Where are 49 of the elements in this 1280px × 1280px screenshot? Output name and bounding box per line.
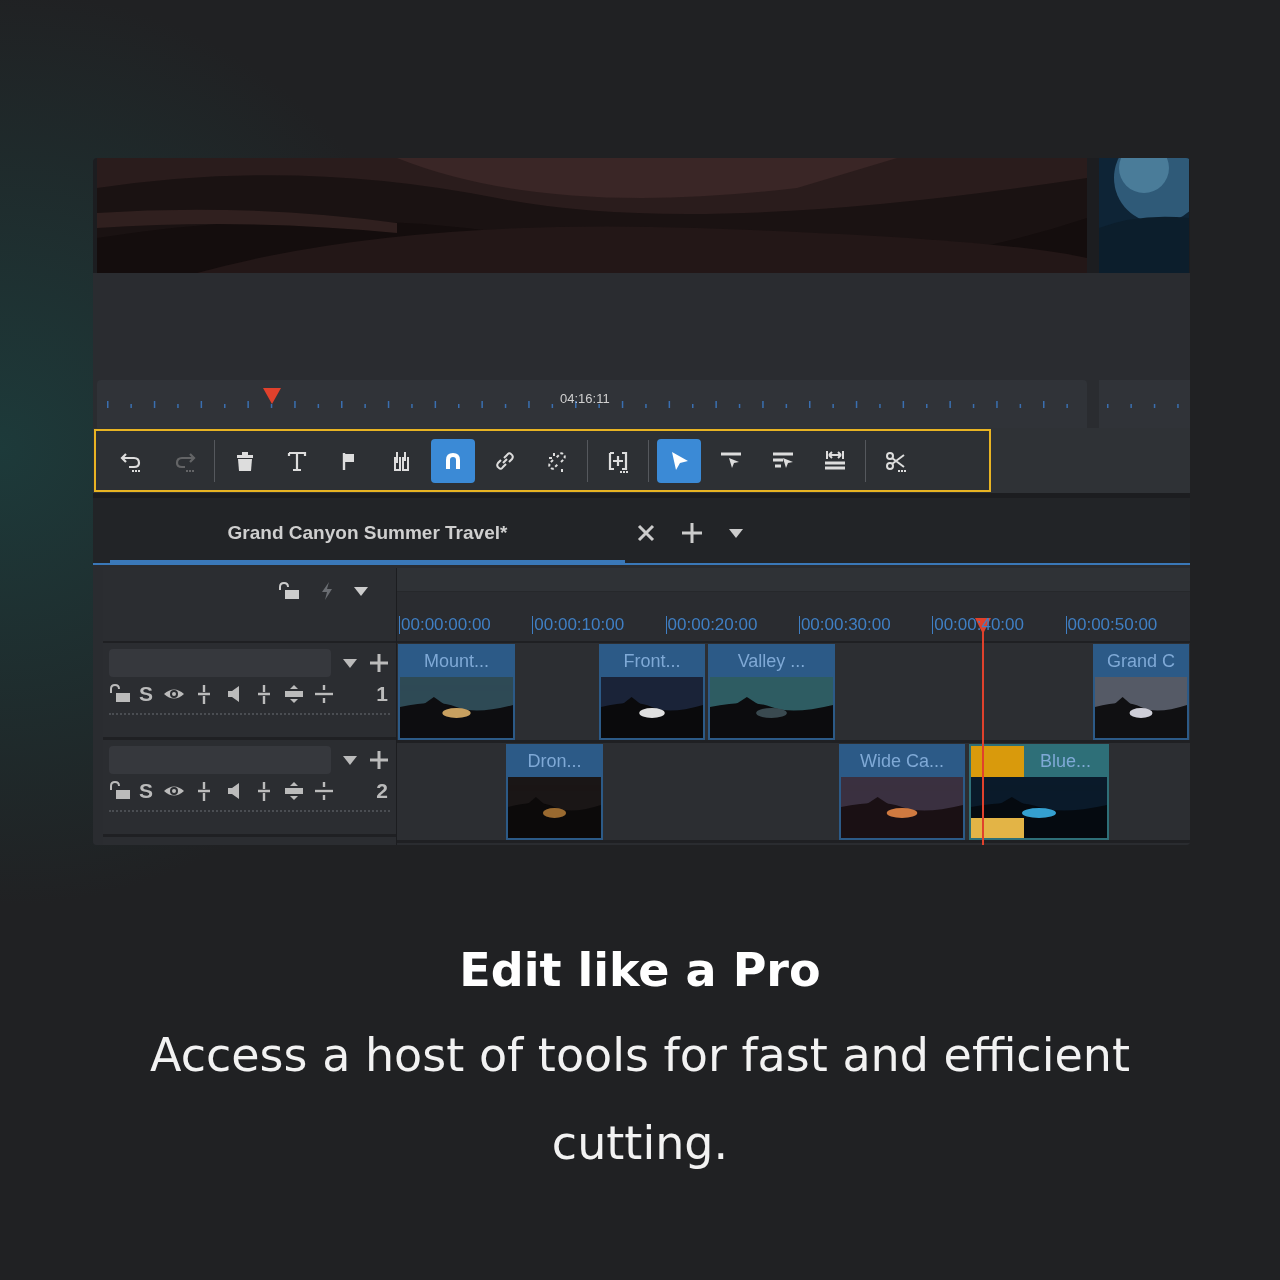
clip[interactable]: Grand C xyxy=(1093,644,1189,740)
solo-toggle[interactable]: S xyxy=(139,780,155,802)
plus-icon[interactable] xyxy=(369,750,389,770)
close-icon[interactable] xyxy=(637,524,655,542)
track-number: 2 xyxy=(376,780,389,802)
ruler-label: 00:00:00:00 xyxy=(399,616,491,634)
clip[interactable]: Valley ... xyxy=(708,644,835,740)
clip-title: Front... xyxy=(623,650,681,673)
caption-text: Access a host of tools for fast and efficient cutting. xyxy=(149,1027,1131,1172)
divide-icon[interactable] xyxy=(313,781,335,801)
plus-icon[interactable] xyxy=(369,653,389,673)
tool-button[interactable] xyxy=(431,438,475,483)
clip[interactable]: Front... xyxy=(599,644,705,740)
heading: Edit like a Pro xyxy=(459,942,821,999)
playhead-marker[interactable] xyxy=(263,388,281,404)
caret-icon[interactable] xyxy=(343,658,357,668)
lock-icon[interactable] xyxy=(109,684,131,704)
divide-icon[interactable] xyxy=(313,684,335,704)
ruler-label: 00:00:20:00 xyxy=(665,616,758,634)
lock-icon[interactable] xyxy=(109,781,131,801)
track-number: 1 xyxy=(376,683,389,705)
caret-icon[interactable] xyxy=(343,755,357,765)
clip-title: Blue... xyxy=(1040,750,1091,773)
ruler-label: 00:00:50:00 xyxy=(1065,616,1158,634)
ruler[interactable]: 04:16:11 xyxy=(97,380,1087,428)
stretch-icon xyxy=(823,448,847,473)
clip[interactable]: Wide Ca... xyxy=(839,744,965,840)
plus-icon[interactable] xyxy=(681,522,703,544)
ruler-label: 00:00:10:00 xyxy=(532,616,625,634)
expand-icon[interactable] xyxy=(283,684,305,704)
transition-marker xyxy=(971,746,1024,777)
clip-title: Wide Ca... xyxy=(860,750,944,773)
clip-title: Grand C xyxy=(1107,650,1175,673)
tool-button[interactable] xyxy=(657,438,701,483)
solo-toggle[interactable]: S xyxy=(139,683,155,705)
ruler-label: 00:00:30:00 xyxy=(798,616,891,634)
clip[interactable]: Mount... xyxy=(398,644,515,740)
clip-title: Valley ... xyxy=(737,650,806,673)
clip[interactable]: Dron... xyxy=(506,744,603,840)
lightning-icon[interactable] xyxy=(320,582,334,600)
transition-marker xyxy=(971,818,1024,838)
clip[interactable]: Blue... xyxy=(969,744,1109,840)
clip-title: Dron... xyxy=(527,750,582,773)
expand-icon[interactable] xyxy=(283,781,305,801)
timecode: 04:16:11 xyxy=(560,390,610,408)
caret-icon[interactable] xyxy=(354,587,368,596)
clip-title: Mount... xyxy=(424,650,489,673)
lock-icon[interactable] xyxy=(278,582,300,600)
caret-icon[interactable] xyxy=(729,528,743,538)
